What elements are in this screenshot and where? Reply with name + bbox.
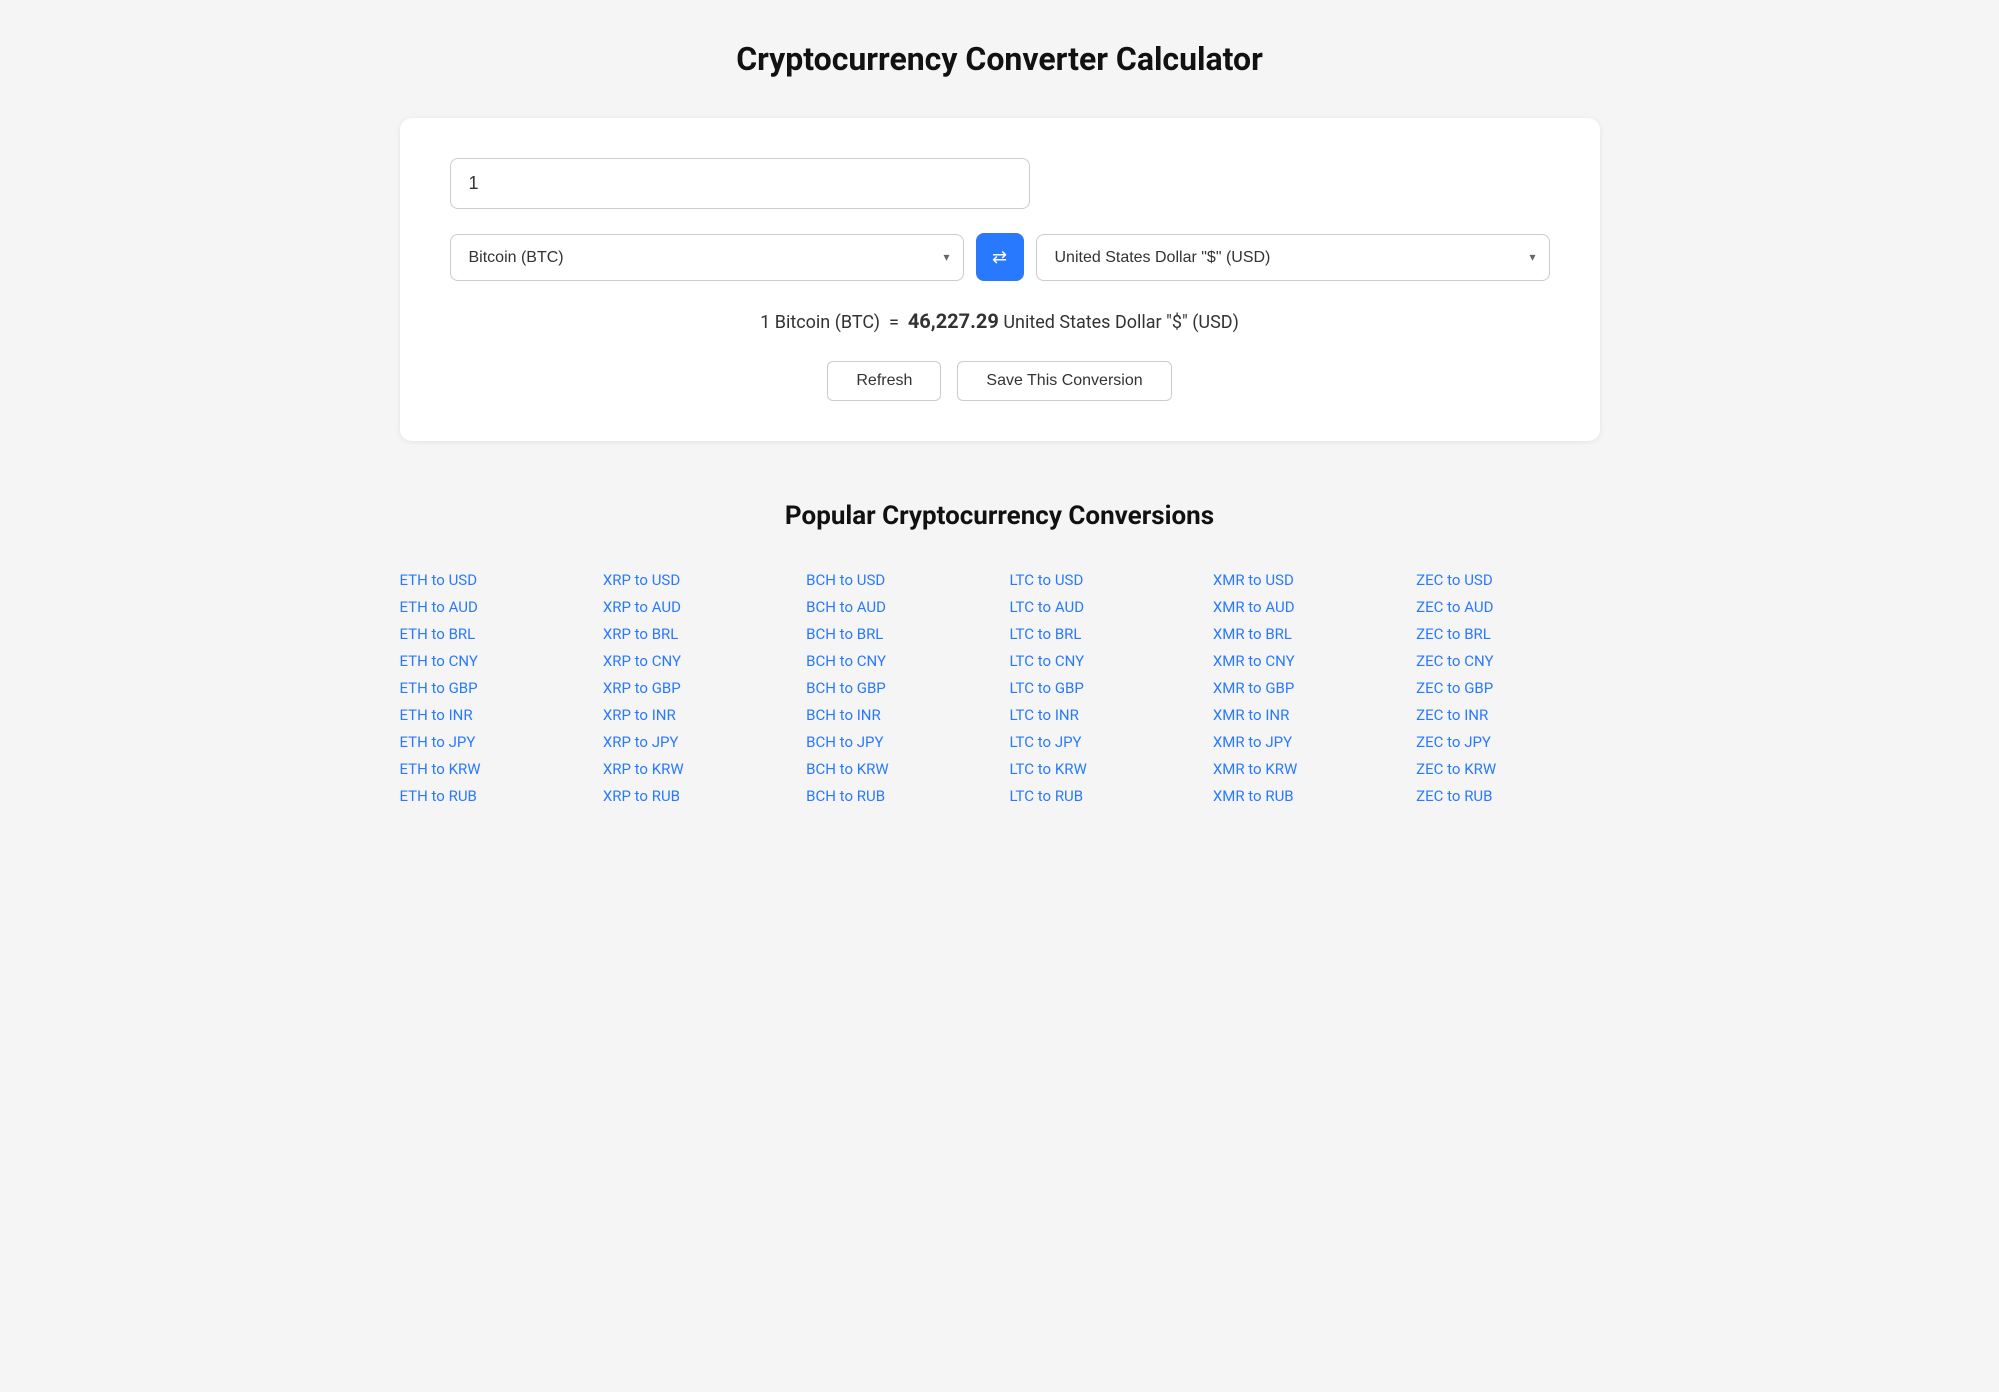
conversion-link-bch-5[interactable]: BCH to INR [806, 702, 989, 729]
refresh-button[interactable]: Refresh [827, 361, 941, 401]
conversion-link-xmr-7[interactable]: XMR to KRW [1213, 756, 1396, 783]
conversion-link-zec-6[interactable]: ZEC to JPY [1416, 729, 1599, 756]
conversion-link-xmr-2[interactable]: XMR to BRL [1213, 621, 1396, 648]
conversion-link-zec-2[interactable]: ZEC to BRL [1416, 621, 1599, 648]
conversion-link-eth-2[interactable]: ETH to BRL [400, 621, 583, 648]
conversion-link-bch-2[interactable]: BCH to BRL [806, 621, 989, 648]
conversion-link-xrp-2[interactable]: XRP to BRL [603, 621, 786, 648]
conversion-link-xrp-4[interactable]: XRP to GBP [603, 675, 786, 702]
conversion-link-eth-6[interactable]: ETH to JPY [400, 729, 583, 756]
conversion-link-eth-7[interactable]: ETH to KRW [400, 756, 583, 783]
conversion-link-zec-1[interactable]: ZEC to AUD [1416, 594, 1599, 621]
conversion-link-xrp-8[interactable]: XRP to RUB [603, 783, 786, 810]
conversion-link-ltc-1[interactable]: LTC to AUD [1009, 594, 1192, 621]
conversion-link-bch-7[interactable]: BCH to KRW [806, 756, 989, 783]
conversion-link-zec-8[interactable]: ZEC to RUB [1416, 783, 1599, 810]
swap-button[interactable]: ⇄ [976, 233, 1024, 281]
conversion-column-bch: BCH to USDBCH to AUDBCH to BRLBCH to CNY… [806, 567, 989, 810]
conversion-link-bch-3[interactable]: BCH to CNY [806, 648, 989, 675]
conversion-link-xrp-6[interactable]: XRP to JPY [603, 729, 786, 756]
conversion-link-xmr-4[interactable]: XMR to GBP [1213, 675, 1396, 702]
to-currency-select[interactable]: United States Dollar "$" (USD) [1036, 234, 1550, 281]
from-currency-select[interactable]: Bitcoin (BTC) [450, 234, 964, 281]
conversion-link-xrp-3[interactable]: XRP to CNY [603, 648, 786, 675]
conversion-link-xrp-7[interactable]: XRP to KRW [603, 756, 786, 783]
conversion-link-ltc-6[interactable]: LTC to JPY [1009, 729, 1192, 756]
conversion-link-ltc-5[interactable]: LTC to INR [1009, 702, 1192, 729]
popular-title: Popular Cryptocurrency Conversions [400, 501, 1600, 531]
conversion-column-xmr: XMR to USDXMR to AUDXMR to BRLXMR to CNY… [1213, 567, 1396, 810]
conversion-link-ltc-7[interactable]: LTC to KRW [1009, 756, 1192, 783]
result-row: 1 Bitcoin (BTC) = 46,227.29 United State… [450, 309, 1550, 333]
conversion-column-eth: ETH to USDETH to AUDETH to BRLETH to CNY… [400, 567, 583, 810]
actions-row: Refresh Save This Conversion [450, 361, 1550, 401]
amount-input[interactable] [450, 158, 1030, 209]
conversion-link-xrp-5[interactable]: XRP to INR [603, 702, 786, 729]
conversion-link-bch-0[interactable]: BCH to USD [806, 567, 989, 594]
conversion-link-xrp-1[interactable]: XRP to AUD [603, 594, 786, 621]
conversion-link-eth-3[interactable]: ETH to CNY [400, 648, 583, 675]
conversion-link-zec-3[interactable]: ZEC to CNY [1416, 648, 1599, 675]
conversion-link-eth-4[interactable]: ETH to GBP [400, 675, 583, 702]
conversion-link-ltc-2[interactable]: LTC to BRL [1009, 621, 1192, 648]
conversion-link-ltc-8[interactable]: LTC to RUB [1009, 783, 1192, 810]
conversion-link-bch-4[interactable]: BCH to GBP [806, 675, 989, 702]
conversion-link-xmr-3[interactable]: XMR to CNY [1213, 648, 1396, 675]
conversion-link-zec-7[interactable]: ZEC to KRW [1416, 756, 1599, 783]
conversion-link-bch-1[interactable]: BCH to AUD [806, 594, 989, 621]
conversion-column-ltc: LTC to USDLTC to AUDLTC to BRLLTC to CNY… [1009, 567, 1192, 810]
to-currency-wrapper: United States Dollar "$" (USD) ▾ [1036, 234, 1550, 281]
conversion-link-ltc-4[interactable]: LTC to GBP [1009, 675, 1192, 702]
conversion-link-eth-0[interactable]: ETH to USD [400, 567, 583, 594]
swap-icon: ⇄ [992, 247, 1007, 268]
popular-section: Popular Cryptocurrency Conversions ETH t… [400, 501, 1600, 810]
conversion-link-zec-5[interactable]: ZEC to INR [1416, 702, 1599, 729]
save-conversion-button[interactable]: Save This Conversion [957, 361, 1171, 401]
conversions-grid: ETH to USDETH to AUDETH to BRLETH to CNY… [400, 567, 1600, 810]
conversion-link-ltc-0[interactable]: LTC to USD [1009, 567, 1192, 594]
conversion-link-zec-0[interactable]: ZEC to USD [1416, 567, 1599, 594]
conversion-link-ltc-3[interactable]: LTC to CNY [1009, 648, 1192, 675]
converter-card: Bitcoin (BTC) ▾ ⇄ United States Dollar "… [400, 118, 1600, 441]
conversion-link-bch-6[interactable]: BCH to JPY [806, 729, 989, 756]
conversion-link-eth-1[interactable]: ETH to AUD [400, 594, 583, 621]
conversion-column-zec: ZEC to USDZEC to AUDZEC to BRLZEC to CNY… [1416, 567, 1599, 810]
conversion-link-xmr-5[interactable]: XMR to INR [1213, 702, 1396, 729]
conversion-link-xrp-0[interactable]: XRP to USD [603, 567, 786, 594]
conversion-link-xmr-1[interactable]: XMR to AUD [1213, 594, 1396, 621]
conversion-link-xmr-0[interactable]: XMR to USD [1213, 567, 1396, 594]
result-amount: 46,227.29 [908, 309, 999, 333]
from-currency-wrapper: Bitcoin (BTC) ▾ [450, 234, 964, 281]
conversion-link-bch-8[interactable]: BCH to RUB [806, 783, 989, 810]
page-title: Cryptocurrency Converter Calculator [60, 40, 1939, 78]
selectors-row: Bitcoin (BTC) ▾ ⇄ United States Dollar "… [450, 233, 1550, 281]
conversion-link-eth-8[interactable]: ETH to RUB [400, 783, 583, 810]
conversion-link-eth-5[interactable]: ETH to INR [400, 702, 583, 729]
conversion-link-zec-4[interactable]: ZEC to GBP [1416, 675, 1599, 702]
conversion-link-xmr-6[interactable]: XMR to JPY [1213, 729, 1396, 756]
conversion-column-xrp: XRP to USDXRP to AUDXRP to BRLXRP to CNY… [603, 567, 786, 810]
result-currency-label: United States Dollar "$" (USD) [1003, 312, 1239, 333]
equals-sign: = [885, 312, 908, 333]
result-from-text: 1 Bitcoin (BTC) [760, 312, 880, 333]
conversion-link-xmr-8[interactable]: XMR to RUB [1213, 783, 1396, 810]
